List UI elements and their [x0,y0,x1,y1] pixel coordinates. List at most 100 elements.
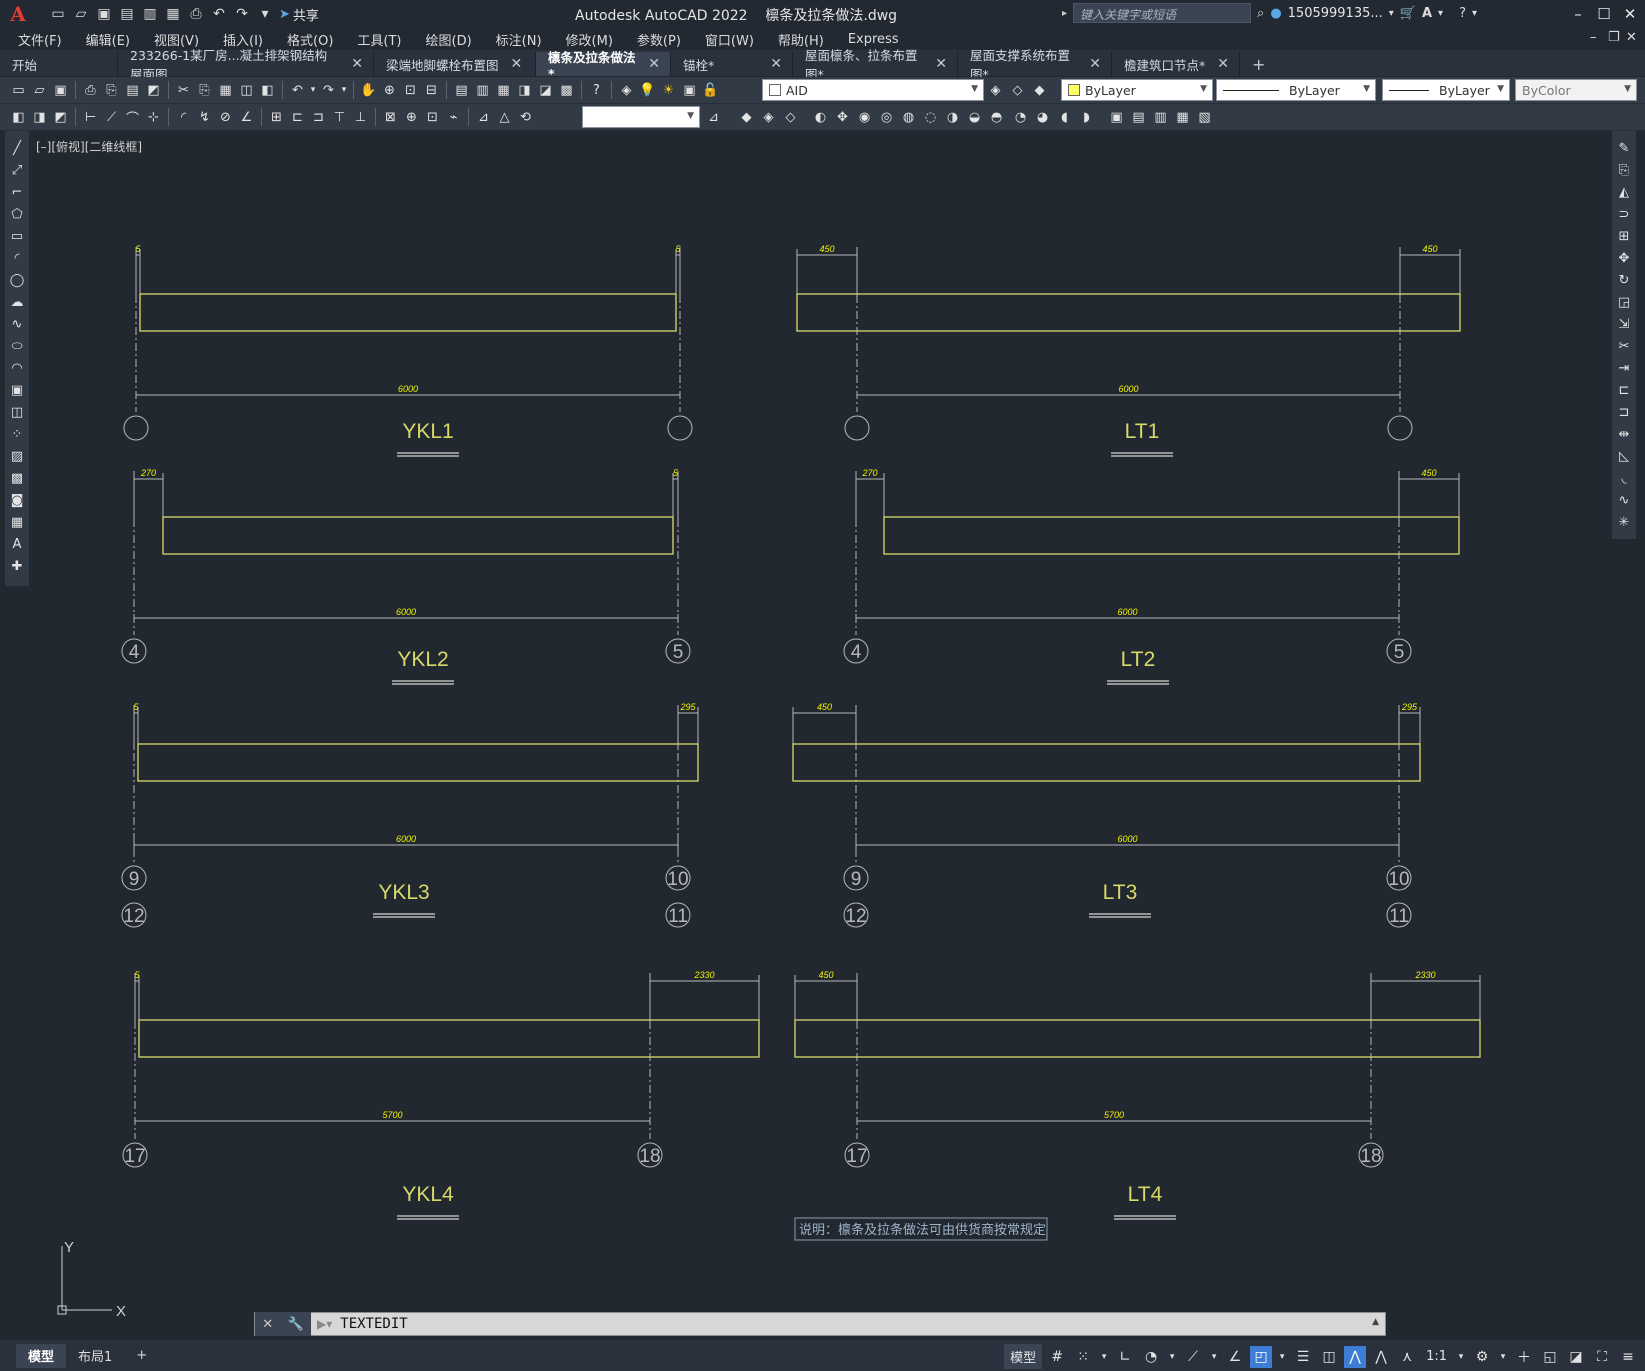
modify-join-icon[interactable]: ◓ [986,107,1007,128]
open-icon[interactable]: ▱ [29,80,50,101]
annotation-visibility-icon[interactable]: ⋀ [1344,1345,1367,1368]
redo-icon[interactable]: ↷ [318,80,339,101]
transparency-icon[interactable]: ◫ [1318,1346,1340,1368]
polar-icon[interactable]: ◔ [1140,1346,1162,1368]
object-snap-icon[interactable]: ◰ [1250,1345,1273,1368]
close-button[interactable]: ✕ [1616,0,1644,28]
menu-tools[interactable]: 工具(T) [357,30,401,49]
design-center-icon[interactable]: ▥ [472,80,493,101]
modify-offset-icon[interactable]: ◐ [810,107,831,128]
menu-dimension[interactable]: 标注(N) [496,30,542,49]
pan-icon[interactable]: ✋ [358,80,379,101]
close-tab-icon[interactable]: ✕ [1217,56,1229,72]
layer-viewport-icon[interactable]: ▣ [679,80,700,101]
layer-dropdown[interactable]: AID ▼ [762,79,984,101]
auto-scale-icon[interactable]: ⋀ [1370,1346,1392,1368]
dim-text-edit-icon[interactable]: △ [494,107,515,128]
tolerance-icon[interactable]: ⊠ [380,107,401,128]
mtext-icon[interactable]: A [7,533,27,555]
construction-line-icon[interactable]: ⤢ [7,159,27,181]
rectangle-icon[interactable]: ▭ [7,225,27,247]
layer-state-icon[interactable]: ◆ [1029,80,1050,101]
maximize-button[interactable]: ☐ [1590,0,1618,28]
publish-icon[interactable]: ▥ [140,4,160,24]
bring-front-icon[interactable]: ▤ [1128,107,1149,128]
dim-style-dropdown[interactable]: ▼ [582,106,700,128]
zoom-previous-icon[interactable]: ⊟ [421,80,442,101]
isodraft-icon[interactable]: ⟋ [1182,1346,1204,1368]
clean-screen-icon[interactable]: ⛶ [1591,1346,1613,1368]
open-icon[interactable]: ▱ [71,4,91,24]
insert-block-icon[interactable]: ▣ [7,379,27,401]
linetype-dropdown[interactable]: ByLayer ▼ [1216,79,1376,101]
snap-icon[interactable]: ⁙ [1072,1346,1094,1368]
chevron-right-icon[interactable]: ▸ [1062,8,1067,19]
tab-anchor[interactable]: 锚栓* ✕ [671,52,793,76]
fillet-icon[interactable]: ◟ [1614,467,1634,489]
angular-icon[interactable]: ∠ [236,107,257,128]
make-current-icon[interactable]: ◈ [985,80,1006,101]
region-icon[interactable]: ◙ [7,489,27,511]
zoom-window-icon[interactable]: ⊡ [400,80,421,101]
new-icon[interactable]: ▭ [48,4,68,24]
workspace-icon[interactable]: ◧ [8,107,29,128]
hatch-icon[interactable]: ▨ [7,445,27,467]
close-tab-icon[interactable]: ✕ [935,56,947,72]
polar-dropdown-icon[interactable]: ▾ [1166,1346,1178,1368]
save-as-icon[interactable]: ▤ [117,4,137,24]
modify-array-icon[interactable]: ✥ [832,107,853,128]
stretch-icon[interactable]: ⇲ [1614,313,1634,335]
markup-icon[interactable]: ◪ [535,80,556,101]
continue-icon[interactable]: ⊐ [308,107,329,128]
redo-icon[interactable]: ↷ [232,4,252,24]
isolate-objects-icon[interactable]: ◱ [1539,1346,1561,1368]
app-dropdown-icon[interactable]: ▾ [1438,8,1443,19]
model-space-button[interactable]: 模型 [1004,1344,1043,1369]
layout-tab-model[interactable]: 模型 [16,1343,67,1368]
aligned-dimension-icon[interactable]: ⟋ [101,107,122,128]
radius-icon[interactable]: ◜ [173,107,194,128]
modify-copy-icon[interactable]: ◈ [758,107,779,128]
diameter-icon[interactable]: ⊘ [215,107,236,128]
plot-icon[interactable]: ⎙ [80,80,101,101]
mirror-icon[interactable]: ◭ [1614,181,1634,203]
close-tab-icon[interactable]: ✕ [770,56,782,72]
menu-window[interactable]: 窗口(W) [705,30,754,49]
new-icon[interactable]: ▭ [8,80,29,101]
properties-icon[interactable]: ▤ [451,80,472,101]
hardware-acceleration-icon[interactable]: ◪ [1565,1346,1587,1368]
autocad-logo[interactable]: A [6,2,30,26]
ellipse-arc-icon[interactable]: ◠ [7,357,27,379]
plotstyle-dropdown[interactable]: ByColor ▼ [1515,79,1637,101]
color-dropdown[interactable]: ByLayer ▼ [1061,79,1213,101]
workspace-2-icon[interactable]: ◨ [29,107,50,128]
menu-file[interactable]: 文件(F) [18,30,62,49]
polyline-icon[interactable]: ⌐ [7,181,27,203]
send-under-icon[interactable]: ▧ [1194,107,1215,128]
dimension-space-icon[interactable]: ⊤ [329,107,350,128]
search-input[interactable]: 键入关键字或短语 [1073,3,1252,23]
send-back-icon[interactable]: ▥ [1150,107,1171,128]
isodraft-dropdown-icon[interactable]: ▾ [1208,1346,1220,1368]
rotate-icon[interactable]: ↻ [1614,269,1634,291]
quickcalc-icon[interactable]: ▩ [556,80,577,101]
undo-icon[interactable]: ↶ [209,4,229,24]
copy-icon[interactable]: ⎘ [194,80,215,101]
command-history-icon[interactable]: ▲ [1372,1317,1379,1327]
menu-modify[interactable]: 修改(M) [566,30,613,49]
snap-dropdown-icon[interactable]: ▾ [1098,1346,1110,1368]
plot-preview-icon[interactable]: ⎘ [101,80,122,101]
layer-lock-icon[interactable]: 🔓 [700,80,721,101]
redo-dropdown-icon[interactable]: ▾ [339,80,349,101]
user-name[interactable]: 1505999135... [1288,6,1383,21]
tab-roof-plan[interactable]: 233266-1某厂房...凝土排架钢结构屋面图 ✕ [118,48,374,82]
gradient-icon[interactable]: ▩ [7,467,27,489]
copy-object-icon[interactable]: ⎘ [1614,159,1634,181]
ordinate-icon[interactable]: ⊹ [143,107,164,128]
modify-extend-icon[interactable]: ◑ [942,107,963,128]
jogged-icon[interactable]: ↯ [194,107,215,128]
scale-dropdown-icon[interactable]: ▾ [1455,1346,1467,1368]
publish-icon[interactable]: ▤ [122,80,143,101]
break-icon[interactable]: ⊐ [1614,401,1634,423]
3d-print-icon[interactable]: ◩ [143,80,164,101]
